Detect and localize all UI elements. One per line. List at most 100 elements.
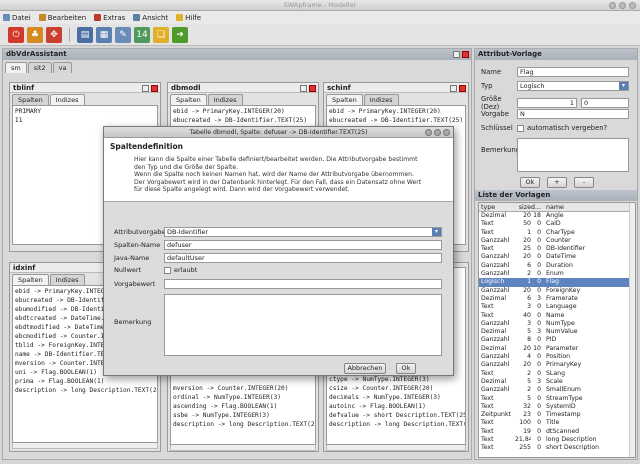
- nullwert-checkbox[interactable]: [164, 266, 171, 274]
- table-row[interactable]: Dezimal 20 18 Angle: [479, 212, 635, 220]
- print-icon[interactable]: ▦: [96, 26, 112, 43]
- table-row[interactable]: Dezimal 5 3 Scale: [479, 378, 635, 386]
- edit-icon[interactable]: [300, 85, 307, 92]
- col-size-header[interactable]: size: [515, 203, 531, 211]
- tab-indizes[interactable]: Indizes: [207, 94, 243, 105]
- table-row[interactable]: Dezimal 20 10 Parameter: [479, 345, 635, 353]
- table-row[interactable]: Text 255 0 short Description: [479, 444, 635, 452]
- typ-select[interactable]: Logisch ▾: [517, 81, 629, 91]
- minimize-button[interactable]: [609, 2, 616, 9]
- table-row[interactable]: Text 40 0 Name: [479, 312, 635, 320]
- list-item[interactable]: ebid -> PrimaryKey.INTEGER(20): [173, 107, 313, 116]
- bemerkung-textarea[interactable]: [164, 294, 442, 356]
- col-decimals-header[interactable]: d...: [531, 203, 543, 211]
- menu-ansicht[interactable]: Ansicht: [133, 14, 168, 22]
- restore-icon[interactable]: [453, 51, 460, 58]
- table-row[interactable]: Text 21,845 0 long Description: [479, 436, 635, 444]
- menu-hilfe[interactable]: Hilfe: [176, 14, 201, 22]
- list-item[interactable]: ascending -> Flag.BOOLEAN(1): [173, 402, 313, 411]
- arrow-icon[interactable]: ➜: [172, 26, 188, 43]
- table-row[interactable]: Text 25 0 DB-Identifier: [479, 245, 635, 253]
- list-item[interactable]: ordinal -> NumType.INTEGER(3): [173, 393, 313, 402]
- spaltenname-input[interactable]: defuser: [164, 240, 442, 250]
- javaname-input[interactable]: defaultUser: [164, 253, 442, 263]
- menu-bearbeiten[interactable]: Bearbeiten: [38, 14, 86, 22]
- maximize-button[interactable]: [619, 2, 626, 9]
- list-item[interactable]: defvalue -> short Description.TEXT(255): [329, 411, 465, 420]
- dialog-maximize-button[interactable]: [434, 129, 441, 136]
- table-row[interactable]: Text 2 0 SLang: [479, 370, 635, 378]
- list-item[interactable]: prima -> Flag.BOOLEAN(1): [15, 377, 155, 386]
- list-item[interactable]: description -> long Description.TEXT(218…: [329, 420, 465, 429]
- dialog-close-button[interactable]: [443, 129, 450, 136]
- components-icon[interactable]: ♣: [27, 26, 43, 43]
- table-row[interactable]: Text 32 0 SystemID: [479, 403, 635, 411]
- template-table[interactable]: type size d... name Dezimal 20 18 Angle Text…: [478, 202, 636, 458]
- list-item[interactable]: csize -> Counter.INTEGER(20): [329, 384, 463, 393]
- table-row[interactable]: Ganzzahl 20 0 ForeignKey: [479, 287, 635, 295]
- table-row[interactable]: Ganzzahl 6 0 Duration: [479, 262, 635, 270]
- list-item[interactable]: description -> long Description.TEXT(218…: [15, 386, 157, 395]
- list-item[interactable]: I1: [15, 116, 155, 125]
- badge-14-icon[interactable]: 14: [134, 26, 150, 43]
- bemerkung-textarea[interactable]: [517, 138, 629, 172]
- table-row[interactable]: Ganzzahl 20 0 Counter: [479, 237, 635, 245]
- table-row[interactable]: Text 5 0 StreamType: [479, 395, 635, 403]
- remove-template-button[interactable]: -: [574, 177, 594, 188]
- tools-icon[interactable]: ✎: [115, 26, 131, 43]
- horizontal-scrollbar[interactable]: [326, 445, 466, 451]
- ok-button[interactable]: Ok: [396, 363, 416, 374]
- tab-indizes[interactable]: Indizes: [49, 94, 85, 105]
- vertical-scrollbar[interactable]: [629, 203, 635, 457]
- tab-sit2[interactable]: sit2: [27, 62, 52, 73]
- table-row[interactable]: Ganzzahl 3 0 NumType: [479, 320, 635, 328]
- table-row[interactable]: Text 100 0 Title: [479, 419, 635, 427]
- table-row[interactable]: Dezimal 5 3 NumValue: [479, 328, 635, 336]
- list-item[interactable]: description -> long Description.TEXT(218…: [173, 420, 315, 429]
- list-item[interactable]: ebid -> PrimaryKey.INTEGER(20): [329, 107, 463, 116]
- table-row[interactable]: Ganzzahl 8 0 PID: [479, 336, 635, 344]
- table-row[interactable]: Ganzzahl 20 0 DateTime: [479, 253, 635, 261]
- horizontal-scrollbar[interactable]: [170, 445, 316, 451]
- table-row[interactable]: Dezimal 6 3 Framerate: [479, 295, 635, 303]
- groesse-input[interactable]: 1: [517, 98, 577, 108]
- folder-icon[interactable]: ❏: [153, 26, 169, 43]
- list-item[interactable]: ebucreated -> DB-Identifier.TEXT(25): [329, 116, 463, 125]
- list-item[interactable]: autoinc -> Flag.BOOLEAN(1): [329, 402, 463, 411]
- list-item[interactable]: PRIMARY: [15, 107, 155, 116]
- edit-icon[interactable]: [450, 85, 457, 92]
- table-row[interactable]: Text 50 0 CaID: [479, 220, 635, 228]
- table-row[interactable]: Ganzzahl 20 0 PrimaryKey: [479, 361, 635, 369]
- attributvorgabe-select[interactable]: DB-Identifier ▾: [164, 227, 442, 237]
- chevron-down-icon[interactable]: ▾: [619, 82, 628, 90]
- list-item[interactable]: ctype -> NumType.INTEGER(3): [329, 375, 463, 384]
- close-icon[interactable]: [151, 85, 158, 92]
- tab-indizes[interactable]: Indizes: [49, 274, 85, 285]
- vorgabewert-input[interactable]: [164, 279, 442, 289]
- schluessel-checkbox[interactable]: [517, 124, 524, 132]
- list-item[interactable]: ebucreated -> DB-Identifier.TEXT(25): [173, 116, 313, 125]
- dialog-minimize-button[interactable]: [425, 129, 432, 136]
- table-row[interactable]: Zeitpunkt 23 0 Timestamp: [479, 411, 635, 419]
- chevron-down-icon[interactable]: ▾: [432, 228, 441, 236]
- tab-spalten[interactable]: Spalten: [12, 94, 49, 105]
- tab-va[interactable]: va: [52, 62, 73, 73]
- tab-indizes[interactable]: Indizes: [363, 94, 399, 105]
- save-icon[interactable]: ▤: [77, 26, 93, 43]
- close-icon[interactable]: [309, 85, 316, 92]
- list-item[interactable]: ssbe -> NumType.INTEGER(3): [173, 411, 313, 420]
- col-name-header[interactable]: name: [543, 203, 635, 211]
- close-icon[interactable]: [459, 85, 466, 92]
- table-row[interactable]: Text 1 0 CharType: [479, 229, 635, 237]
- tab-spalten[interactable]: Spalten: [170, 94, 207, 105]
- attr-ok-button[interactable]: Ok: [520, 177, 540, 188]
- table-row[interactable]: Text 3 0 Language: [479, 303, 635, 311]
- table-row[interactable]: Text 19 0 dtScanned: [479, 428, 635, 436]
- close-panel-icon[interactable]: [462, 51, 469, 58]
- menu-datei[interactable]: Datei: [3, 14, 31, 22]
- table-row[interactable]: Ganzzahl 2 0 Enum: [479, 270, 635, 278]
- dezimal-input[interactable]: 0: [581, 98, 629, 108]
- col-type-header[interactable]: type: [479, 203, 515, 211]
- add-template-button[interactable]: +: [547, 177, 567, 188]
- list-item[interactable]: decimals -> NumType.INTEGER(3): [329, 393, 463, 402]
